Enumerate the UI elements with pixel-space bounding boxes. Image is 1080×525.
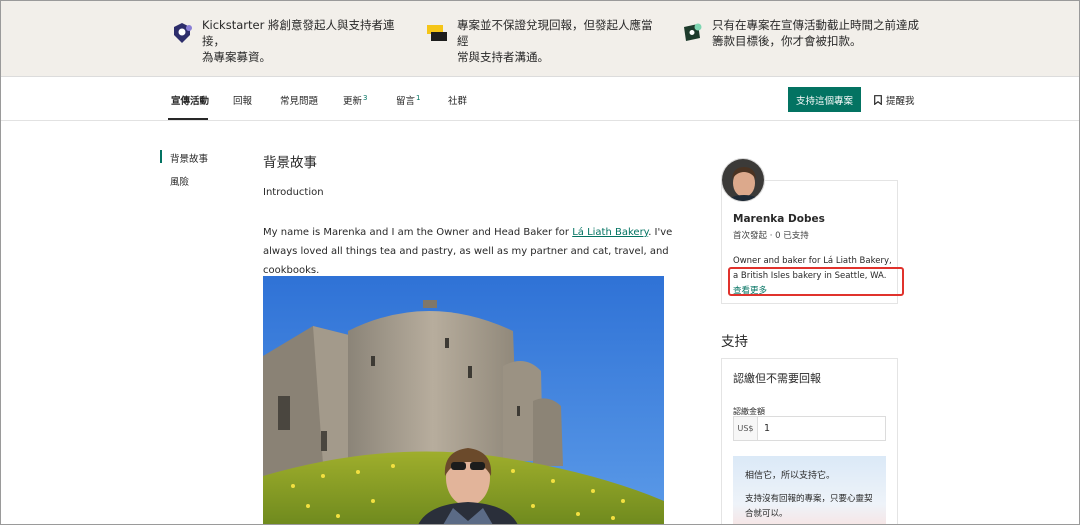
banner-item-billing: 只有在專案在宣傳活動截止時間之前達成 籌款目標後，你才會被扣款。 — [680, 17, 920, 49]
story-photo — [263, 276, 664, 525]
pledge-amount-input[interactable]: US$ 1 — [733, 416, 886, 441]
creator-stats: 首次發起 · 0 已支持 — [733, 231, 809, 241]
banner-text-line-1: 只有在專案在宣傳活動截止時間之前達成 — [712, 18, 919, 32]
tab-label: 常見問題 — [280, 96, 319, 107]
chat-bubbles-icon — [425, 21, 449, 45]
banner-item-communication: 專案並不保證兌現回報，但發起人應當經 常與支持者溝通。 — [425, 17, 660, 65]
info-banner: Kickstarter 將創意發起人與支持者連接， 為專案募資。 專案並不保證兌… — [0, 0, 1080, 77]
tab-updates[interactable]: 更新3 — [343, 93, 367, 107]
tab-community[interactable]: 社群 — [448, 93, 467, 107]
banner-text-line-2: 常與支持者溝通。 — [457, 50, 549, 64]
highlight-annotation-box — [728, 267, 904, 296]
sidebar-item-risks[interactable]: 風險 — [170, 174, 189, 188]
currency-prefix: US$ — [734, 417, 758, 440]
pledge-info-title: 相信它，所以支持它。 — [745, 471, 836, 481]
tab-count-badge: 1 — [416, 94, 421, 102]
creator-name[interactable]: Marenka Dobes — [733, 213, 825, 225]
pledge-title: 認繳但不需要回報 — [733, 372, 821, 385]
banner-text-line-2: 籌款目標後，你才會被扣款。 — [712, 34, 862, 48]
active-tab-indicator — [168, 118, 208, 120]
tab-label: 留言 — [396, 96, 416, 107]
banner-text-line-1: 專案並不保證兌現回報，但發起人應當經 — [457, 18, 653, 48]
banner-text-line-1: Kickstarter 將創意發起人與支持者連接， — [202, 18, 395, 48]
tab-campaign[interactable]: 宣傳活動 — [171, 93, 209, 107]
tab-label: 更新 — [343, 96, 363, 107]
remind-me-label: 提醒我 — [886, 96, 915, 107]
pledge-info-description: 支持沒有回報的專案，只要心靈契合就可以。 — [745, 494, 873, 519]
tab-label: 回報 — [233, 96, 253, 107]
support-heading: 支持 — [721, 334, 748, 350]
tab-rewards[interactable]: 回報 — [233, 93, 252, 107]
kickstarter-badge-icon — [170, 21, 194, 45]
sidebar-item-story[interactable]: 背景故事 — [170, 151, 208, 165]
tab-label: 宣傳活動 — [171, 96, 210, 107]
avatar[interactable] — [721, 158, 765, 202]
banner-text-line-2: 為專案募資。 — [202, 50, 271, 64]
bookmark-icon — [874, 95, 882, 105]
story-title: 背景故事 — [263, 155, 317, 171]
back-project-button[interactable]: 支持這個專案 — [788, 87, 861, 112]
intro-heading: Introduction — [263, 187, 324, 198]
story-paragraph: My name is Marenka and I am the Owner an… — [263, 223, 673, 280]
tab-label: 社群 — [448, 96, 468, 107]
paragraph-text-start: My name is Marenka and I am the Owner an… — [263, 227, 573, 238]
pledge-amount-value[interactable]: 1 — [758, 417, 770, 440]
remind-me-button[interactable]: 提醒我 — [874, 93, 915, 107]
bakery-link[interactable]: Lá Liath Bakery — [572, 227, 648, 238]
project-nav: 宣傳活動 回報 常見問題 更新3 留言1 社群 支持這個專案 提醒我 — [0, 77, 1080, 121]
money-check-icon — [680, 21, 704, 45]
tab-count-badge: 3 — [363, 94, 368, 102]
tab-comments[interactable]: 留言1 — [396, 93, 420, 107]
active-section-indicator — [160, 150, 162, 163]
tab-faq[interactable]: 常見問題 — [280, 93, 318, 107]
banner-item-kickstarter: Kickstarter 將創意發起人與支持者連接， 為專案募資。 — [170, 17, 400, 65]
